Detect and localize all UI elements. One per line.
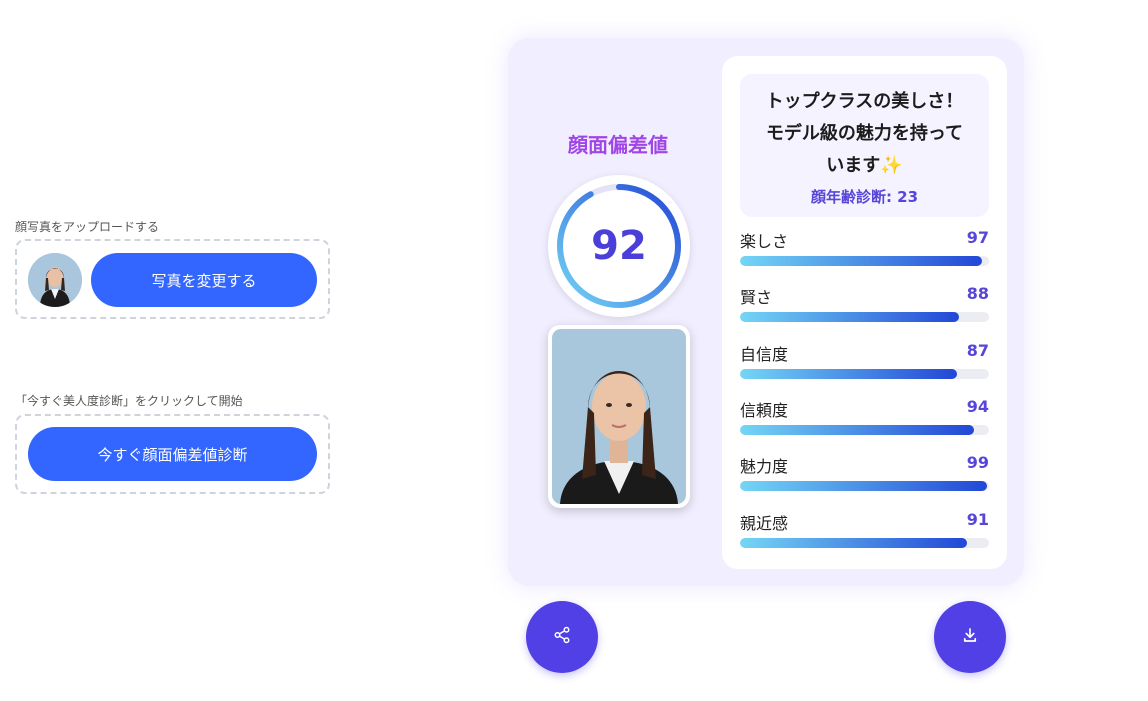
score-title: 顔面偏差値 [568,133,668,157]
trait-name: 親近感 [740,513,789,533]
start-label: 「今すぐ美人度診断」をクリックして開始 [15,394,243,408]
trait-row: 自信度 87 [740,341,989,385]
face-age-label: 顔年齢診断: 23 [810,188,919,206]
uploaded-photo-thumbnail [28,253,82,307]
trait-bar-fill [740,481,987,492]
trait-bar-track [740,312,989,323]
trait-row: 信頼度 94 [740,397,989,441]
trait-name: 信頼度 [740,400,789,420]
result-card: 顔面偏差値 92 トップクラスの美しさ！ モデル級の魅力を持って います✨ 顔年… [508,38,1024,586]
start-diagnosis-button[interactable]: 今すぐ顔面偏差値診断 [28,427,317,481]
upload-label: 顔写真をアップロードする [15,220,160,234]
share-button[interactable] [526,601,598,673]
trait-value: 91 [966,509,989,529]
trait-value: 87 [966,340,989,360]
trait-row: 賢さ 88 [740,284,989,328]
score-gauge: 92 [548,175,690,317]
trait-bar-track [740,537,989,548]
headline-line-1: トップクラスの美しさ！ [765,91,964,112]
upload-box: 写真を変更する [15,239,330,319]
trait-bar-fill [740,424,975,435]
trait-name: 魅力度 [740,457,789,477]
trait-bar-track [740,481,989,492]
result-photo [548,325,690,508]
trait-row: 親近感 91 [740,510,989,554]
change-photo-button[interactable]: 写真を変更する [91,253,317,307]
trait-bar-fill [740,256,982,266]
trait-value: 88 [966,284,989,304]
trait-value: 99 [966,453,989,473]
trait-name: 自信度 [740,344,789,364]
headline-box: トップクラスの美しさ！ モデル級の魅力を持って います✨ 顔年齢診断: 23 [740,74,989,217]
score-number: 92 [591,223,647,269]
trait-bar-track [740,368,989,379]
detail-panel: トップクラスの美しさ！ モデル級の魅力を持って います✨ 顔年齢診断: 23 楽… [722,56,1007,569]
trait-name: 楽しさ [740,232,789,251]
headline-line-3: います✨ [826,155,903,176]
trait-bar-track [740,256,989,266]
trait-bar-track [740,424,989,435]
download-icon [961,626,979,648]
share-icon [553,626,571,648]
trait-value: 97 [966,228,989,247]
start-box: 今すぐ顔面偏差値診断 [15,414,330,494]
trait-value: 94 [966,396,989,416]
trait-bar-fill [740,368,957,379]
trait-row: 魅力度 99 [740,453,989,497]
download-button[interactable] [934,601,1006,673]
trait-bar-fill [740,537,967,548]
trait-bar-fill [740,312,960,323]
trait-name: 賢さ [740,288,773,308]
trait-row: 楽しさ 97 [740,228,989,272]
headline-line-2: モデル級の魅力を持って [765,123,964,144]
